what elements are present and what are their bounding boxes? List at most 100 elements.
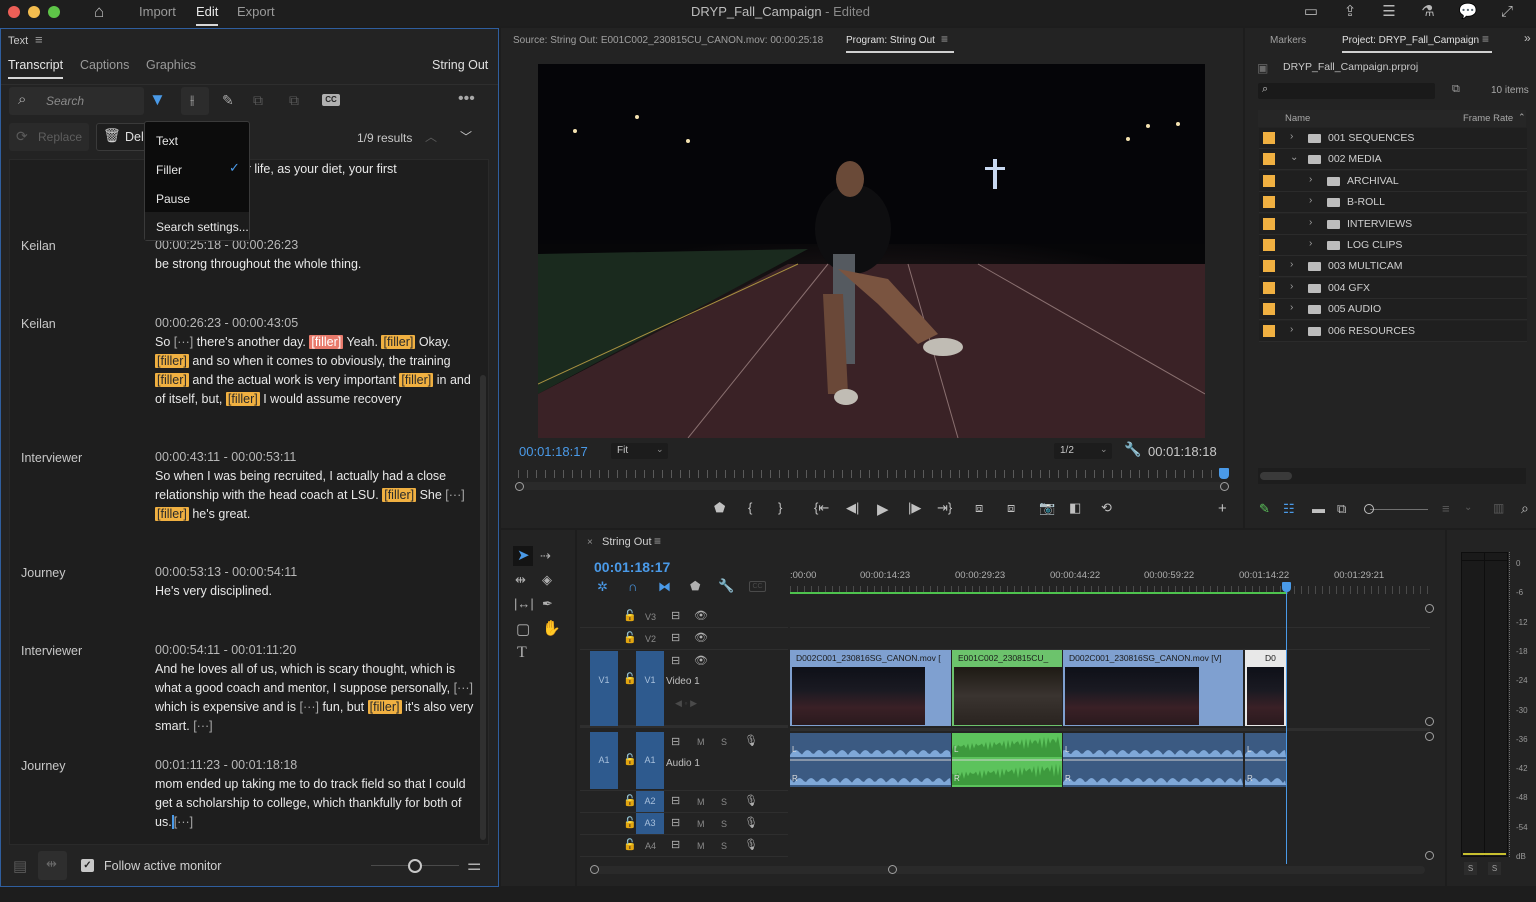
chevron-right-icon[interactable]: ›: [1309, 174, 1312, 185]
sync-lock-icon[interactable]: ⊟: [671, 816, 680, 829]
solo-button[interactable]: S: [721, 797, 727, 807]
export-frame-camera-icon[interactable]: 📷: [1039, 500, 1055, 516]
audio-clip[interactable]: LR: [952, 733, 1062, 787]
transcript-segment[interactable]: 00:00:25:18 - 00:00:26:23 be strong thro…: [155, 236, 475, 274]
captions-cc-icon[interactable]: CC: [322, 94, 340, 106]
filler-marker[interactable]: [filler]: [155, 507, 189, 521]
solo-button[interactable]: S: [721, 841, 727, 851]
filler-marker[interactable]: [filler]: [155, 373, 189, 387]
solo-button[interactable]: S: [721, 737, 727, 747]
wrench-settings-icon[interactable]: 🔧: [1124, 441, 1141, 458]
audio-clip[interactable]: LR: [790, 733, 951, 787]
chevron-down-icon[interactable]: ⌄: [1290, 152, 1298, 163]
mute-button[interactable]: M: [697, 841, 705, 851]
mute-button[interactable]: M: [697, 737, 705, 747]
label-color-swatch[interactable]: [1263, 303, 1275, 316]
label-color-swatch[interactable]: [1263, 153, 1275, 166]
panel-menu-icon[interactable]: ≡: [35, 32, 43, 47]
microphone-icon[interactable]: 🎙: [744, 838, 758, 851]
previous-result-button[interactable]: ︿: [425, 128, 437, 145]
settings-sliders-icon[interactable]: ⚌: [467, 855, 481, 875]
tab-program-monitor[interactable]: Program: String Out: [846, 35, 935, 46]
close-sequence-icon[interactable]: ×: [587, 537, 593, 548]
track-v2-header[interactable]: 🔓 V2 ⊟ 👁: [580, 628, 788, 650]
lock-icon[interactable]: 🔓: [623, 838, 637, 851]
word[interactable]: Okay.: [415, 335, 451, 349]
microphone-icon[interactable]: 🎙: [744, 794, 758, 807]
tab-project[interactable]: Project: DRYP_Fall_Campaign: [1342, 35, 1479, 46]
more-options-icon[interactable]: •••: [458, 90, 475, 108]
mark-in-button[interactable]: {: [748, 500, 752, 515]
zoom-level-select[interactable]: Fit ⌄: [611, 443, 668, 459]
filler-marker[interactable]: [filler]: [155, 354, 189, 368]
horizontal-scrollbar[interactable]: [1258, 468, 1526, 484]
align-button[interactable]: ⫲: [181, 87, 209, 115]
step-back-button[interactable]: ◀|: [846, 500, 859, 516]
captions-icon[interactable]: CC: [749, 581, 766, 592]
fullscreen-icon[interactable]: ⤢: [1497, 3, 1517, 21]
keyframe-navigation[interactable]: ◀ ◦ ▶: [675, 698, 697, 709]
track-a2-header[interactable]: 🔓 A2 ⊟ M S 🎙: [580, 791, 788, 813]
thumbnail-size-handle[interactable]: [1364, 504, 1374, 514]
word[interactable]: fun, but: [319, 700, 368, 714]
button-editor-plus-icon[interactable]: +: [1218, 500, 1227, 517]
play-button[interactable]: ▶: [877, 500, 889, 518]
chevron-right-icon[interactable]: ›: [1309, 195, 1312, 206]
pause-marker[interactable]: [···]: [454, 681, 473, 695]
panel-layout-icon[interactable]: ▭: [1301, 3, 1321, 21]
timeline-playhead[interactable]: [1282, 582, 1291, 592]
label-color-swatch[interactable]: [1263, 132, 1275, 144]
chevron-down-icon[interactable]: ⌄: [1464, 502, 1472, 513]
sync-lock-icon[interactable]: ⊟: [671, 838, 680, 851]
feedback-icon[interactable]: 💬: [1458, 3, 1478, 21]
panel-menu-icon[interactable]: ≡: [654, 534, 661, 548]
sync-lock-icon[interactable]: ⊟: [671, 609, 680, 622]
filler-marker[interactable]: [filler]: [399, 373, 434, 387]
pause-marker[interactable]: [···]: [171, 815, 194, 829]
slip-tool[interactable]: |↔|: [514, 596, 534, 611]
monitor-playhead[interactable]: [1219, 468, 1229, 479]
sequence-tab[interactable]: String Out: [602, 536, 652, 548]
speaker-label[interactable]: Journey: [21, 759, 65, 773]
word[interactable]: and the actual work is very important: [189, 373, 400, 387]
lift-button[interactable]: ⧈: [975, 500, 983, 516]
hand-tool[interactable]: ✋: [542, 619, 561, 637]
source-patch-a1[interactable]: A1: [590, 732, 618, 789]
speaker-label[interactable]: Keilan: [21, 317, 56, 331]
tab-captions[interactable]: Captions: [80, 58, 129, 72]
label-color-swatch[interactable]: [1263, 239, 1275, 251]
vertical-zoom-handle[interactable]: [1425, 732, 1434, 741]
insert-icon[interactable]: ⧉: [253, 92, 263, 109]
tab-source-monitor[interactable]: Source: String Out: E001C002_230815CU_CA…: [513, 35, 823, 46]
zoom-window-button[interactable]: [48, 6, 60, 18]
workspace-edit[interactable]: Edit: [196, 4, 218, 19]
filler-marker-selected[interactable]: [filler]: [309, 335, 344, 349]
transcript-segment[interactable]: 00:00:53:13 - 00:00:54:11 He's very disc…: [155, 563, 475, 601]
chevron-right-icon[interactable]: ›: [1290, 259, 1293, 270]
ripple-edit-tool[interactable]: ⇹: [515, 572, 526, 588]
eye-icon[interactable]: 👁: [694, 609, 708, 622]
scroll-start-handle[interactable]: [515, 482, 524, 491]
word[interactable]: I would assume recovery: [260, 392, 401, 406]
scroll-end-handle[interactable]: [888, 865, 897, 874]
label-color-swatch[interactable]: [1263, 324, 1275, 337]
solo-right-button[interactable]: S: [1488, 862, 1501, 875]
chevron-right-icon[interactable]: ›: [1309, 217, 1312, 228]
rectangle-tool[interactable]: ▢: [516, 620, 530, 638]
replace-button[interactable]: ⟳ Replace: [9, 123, 89, 151]
sort-icons-icon[interactable]: ≡: [1442, 501, 1450, 516]
search-settings-item[interactable]: Search settings...: [145, 212, 249, 240]
monitor-scrub-bar[interactable]: [518, 482, 1228, 490]
scroll-start-handle[interactable]: [590, 865, 599, 874]
thumbnail-size-slider[interactable]: [1370, 509, 1428, 510]
sync-button[interactable]: ⇹: [38, 851, 67, 880]
speaker-label[interactable]: Keilan: [21, 239, 56, 253]
filler-marker[interactable]: [filler]: [382, 488, 417, 502]
project-search-input[interactable]: ⌕: [1258, 83, 1435, 99]
track-target-a1[interactable]: A1: [636, 732, 664, 789]
project-bin-row[interactable]: › 004 GFX: [1259, 277, 1527, 299]
scrollbar[interactable]: [480, 375, 486, 840]
lock-icon[interactable]: 🔓: [623, 672, 637, 685]
follow-monitor-checkbox[interactable]: ✓: [81, 859, 94, 872]
word[interactable]: he's great.: [189, 507, 250, 521]
